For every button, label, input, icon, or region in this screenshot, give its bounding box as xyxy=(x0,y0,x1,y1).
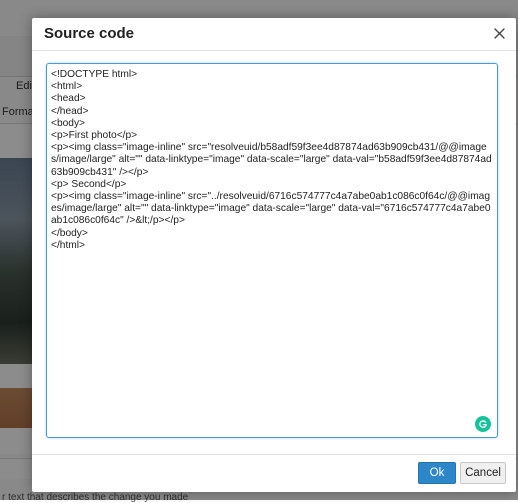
dialog-footer: Ok Cancel xyxy=(32,454,516,493)
cancel-button[interactable]: Cancel xyxy=(460,462,506,484)
dialog-header: Source code xyxy=(32,18,516,51)
close-icon xyxy=(493,27,505,39)
close-button[interactable] xyxy=(490,24,508,42)
grammarly-icon[interactable] xyxy=(475,416,491,432)
ok-button[interactable]: Ok xyxy=(418,462,456,484)
source-code-editor[interactable]: <!DOCTYPE html> <html> <head> </head> <b… xyxy=(46,63,498,438)
dialog-title: Source code xyxy=(44,25,135,42)
grammarly-glyph xyxy=(479,420,487,428)
source-code-dialog: Source code <!DOCTYPE html> <html> <head… xyxy=(32,18,516,492)
